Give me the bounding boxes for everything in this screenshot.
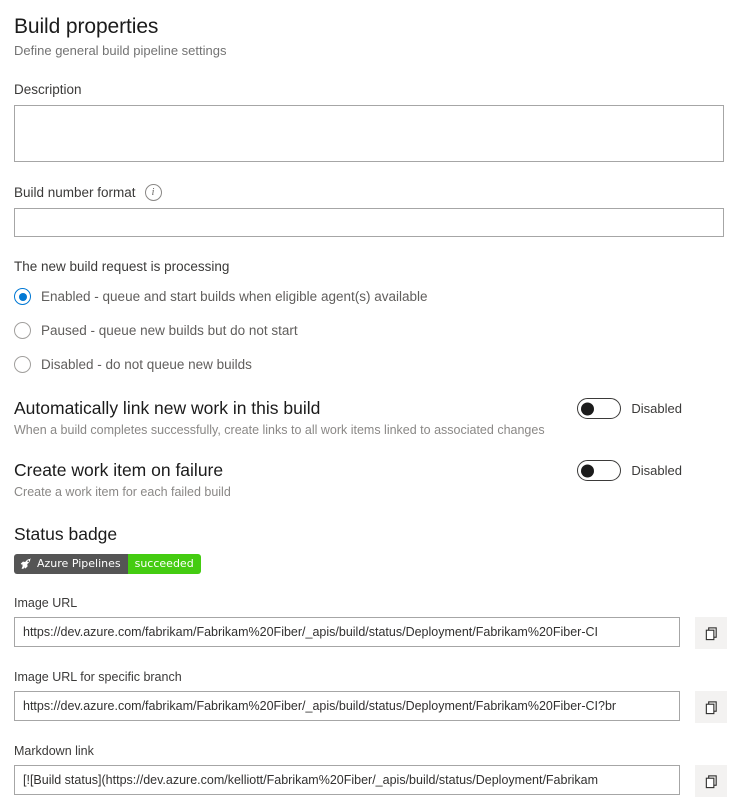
create-work-item-text: Create work item on failure Create a wor… bbox=[14, 458, 231, 500]
auto-link-text: Automatically link new work in this buil… bbox=[14, 396, 545, 438]
radio-enabled-mark bbox=[14, 288, 31, 305]
markdown-link-input[interactable] bbox=[14, 765, 680, 795]
status-badge-left: Azure Pipelines bbox=[14, 554, 128, 574]
auto-link-toggle[interactable] bbox=[577, 398, 622, 419]
auto-link-toggle-knob bbox=[581, 402, 595, 415]
radio-disabled-mark bbox=[14, 356, 31, 373]
status-badge-right: succeeded bbox=[127, 554, 201, 574]
info-icon[interactable]: i bbox=[144, 184, 162, 201]
status-badge: Azure Pipelines succeeded bbox=[14, 554, 201, 574]
copy-image-url-branch-button[interactable] bbox=[695, 691, 727, 723]
radio-disabled-label: Disabled - do not queue new builds bbox=[41, 357, 252, 372]
processing-group-label: The new build request is processing bbox=[14, 259, 230, 274]
markdown-link-label: Markdown link bbox=[14, 744, 94, 758]
image-url-block: Image URL bbox=[14, 595, 727, 649]
build-properties-page: Build properties Define general build pi… bbox=[0, 0, 741, 797]
copy-icon bbox=[705, 626, 717, 640]
image-url-branch-row bbox=[14, 691, 727, 723]
description-label: Description bbox=[14, 82, 82, 97]
radio-paused-mark bbox=[14, 322, 31, 339]
create-work-item-toggle-state: Disabled bbox=[631, 463, 682, 478]
radio-paused-label: Paused - queue new builds but do not sta… bbox=[41, 323, 298, 338]
copy-icon bbox=[705, 700, 717, 714]
page-subtitle: Define general build pipeline settings bbox=[14, 43, 227, 58]
rocket-icon bbox=[20, 558, 32, 569]
auto-link-section: Automatically link new work in this buil… bbox=[14, 396, 727, 438]
markdown-link-row bbox=[14, 765, 727, 797]
image-url-branch-label: Image URL for specific branch bbox=[14, 670, 182, 684]
status-badge-heading: Status badge bbox=[14, 524, 118, 544]
copy-markdown-link-button[interactable] bbox=[695, 765, 727, 797]
create-work-item-toggle-knob bbox=[581, 464, 595, 477]
build-number-format-field-block: Build number format i bbox=[14, 184, 727, 237]
description-input[interactable] bbox=[14, 105, 724, 162]
markdown-link-block: Markdown link bbox=[14, 743, 727, 797]
page-title: Build properties bbox=[14, 15, 159, 38]
description-field-block: Description bbox=[14, 81, 727, 162]
create-work-item-toggle[interactable] bbox=[577, 460, 622, 481]
radio-enabled-label: Enabled - queue and start builds when el… bbox=[41, 289, 428, 304]
create-work-item-description: Create a work item for each failed build bbox=[14, 485, 231, 499]
auto-link-heading: Automatically link new work in this buil… bbox=[14, 398, 321, 418]
copy-image-url-button[interactable] bbox=[695, 617, 727, 649]
create-work-item-heading: Create work item on failure bbox=[14, 460, 224, 480]
image-url-branch-block: Image URL for specific branch bbox=[14, 669, 727, 723]
create-work-item-section: Create work item on failure Create a wor… bbox=[14, 458, 727, 500]
status-badge-right-text: succeeded bbox=[134, 557, 194, 570]
image-url-row bbox=[14, 617, 727, 649]
image-url-input[interactable] bbox=[14, 617, 680, 647]
image-url-branch-input[interactable] bbox=[14, 691, 680, 721]
radio-enabled[interactable]: Enabled - queue and start builds when el… bbox=[14, 285, 727, 308]
build-number-format-label-text: Build number format bbox=[14, 185, 136, 200]
auto-link-toggle-state: Disabled bbox=[631, 401, 682, 416]
create-work-item-toggle-wrap: Disabled bbox=[577, 458, 727, 481]
copy-icon bbox=[705, 774, 717, 788]
image-url-label: Image URL bbox=[14, 596, 78, 610]
radio-disabled[interactable]: Disabled - do not queue new builds bbox=[14, 353, 727, 376]
build-number-format-input[interactable] bbox=[14, 208, 724, 237]
auto-link-toggle-wrap: Disabled bbox=[577, 396, 727, 419]
radio-paused[interactable]: Paused - queue new builds but do not sta… bbox=[14, 319, 727, 342]
build-number-format-label: Build number format i bbox=[14, 184, 727, 201]
auto-link-description: When a build completes successfully, cre… bbox=[14, 423, 545, 437]
status-badge-left-text: Azure Pipelines bbox=[37, 557, 121, 570]
